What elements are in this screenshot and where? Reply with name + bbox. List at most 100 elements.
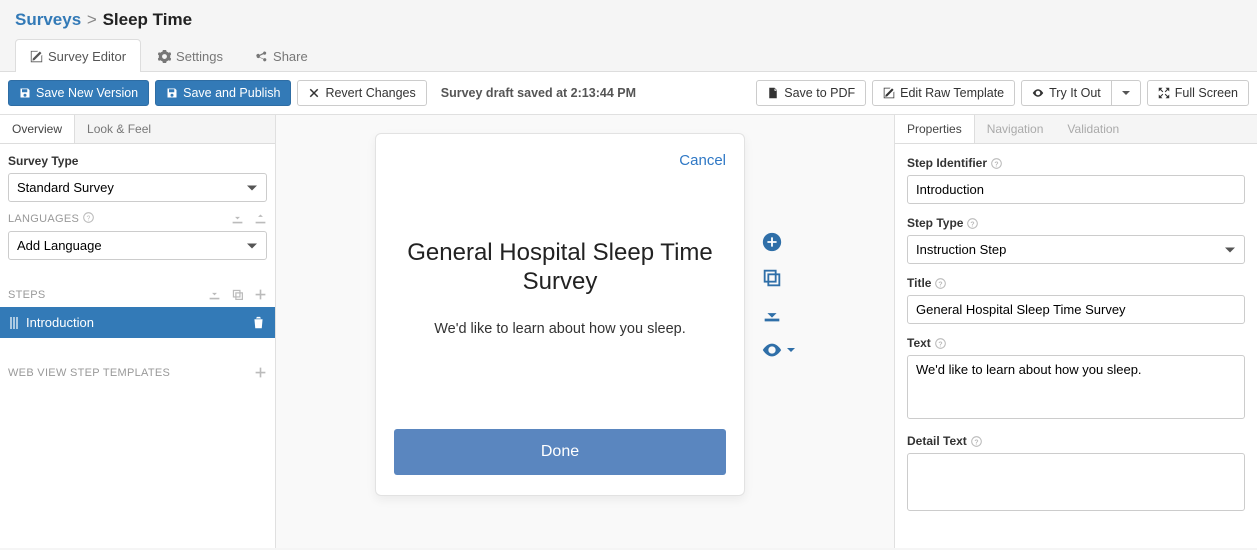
try-it-out-group: Try It Out [1021, 80, 1141, 106]
download-icon [761, 303, 783, 325]
svg-text:?: ? [86, 215, 90, 222]
languages-section-label: LANGUAGES [8, 213, 79, 225]
tab-share[interactable]: Share [240, 39, 323, 72]
survey-preview-card: Cancel General Hospital Sleep Time Surve… [375, 133, 745, 496]
tab-settings[interactable]: Settings [143, 39, 238, 72]
help-icon[interactable]: ? [83, 212, 94, 223]
try-it-out-button[interactable]: Try It Out [1021, 80, 1111, 106]
edit-raw-template-label: Edit Raw Template [900, 86, 1004, 100]
preview-side-actions [761, 231, 795, 361]
full-screen-button[interactable]: Full Screen [1147, 80, 1249, 106]
survey-type-select[interactable]: Standard Survey [8, 173, 267, 202]
download-icon[interactable] [208, 288, 221, 301]
save-status-text: Survey draft saved at 2:13:44 PM [441, 86, 636, 100]
properties-panel: Properties Navigation Validation Step Id… [895, 115, 1257, 548]
full-screen-label: Full Screen [1175, 86, 1238, 100]
help-icon[interactable]: ? [971, 436, 982, 447]
detail-text-textarea[interactable] [907, 453, 1245, 511]
pencil-square-icon [30, 50, 43, 63]
close-icon [308, 87, 320, 99]
try-it-out-dropdown[interactable] [1111, 80, 1141, 106]
step-item-introduction[interactable]: Introduction [0, 307, 275, 338]
copy-icon [761, 267, 783, 289]
add-language-select[interactable]: Add Language [8, 231, 267, 260]
upload-icon[interactable] [254, 212, 267, 225]
eye-icon [1032, 87, 1044, 99]
text-label: Text [907, 336, 931, 350]
preview-cancel-link[interactable]: Cancel [394, 152, 726, 169]
gear-icon [158, 50, 171, 63]
breadcrumb-current: Sleep Time [103, 10, 192, 29]
left-tab-look-and-feel[interactable]: Look & Feel [75, 115, 163, 143]
breadcrumb-separator: > [86, 10, 98, 29]
title-label: Title [907, 276, 931, 290]
left-panel-tabs: Overview Look & Feel [0, 115, 275, 144]
file-icon [767, 87, 779, 99]
breadcrumb-surveys-link[interactable]: Surveys [15, 10, 81, 29]
tab-settings-label: Settings [176, 49, 223, 64]
survey-type-label: Survey Type [8, 154, 267, 168]
svg-text:?: ? [939, 281, 943, 288]
svg-text:?: ? [971, 221, 975, 228]
drag-handle-icon[interactable] [10, 317, 18, 329]
save-icon [19, 87, 31, 99]
toolbar: Save New Version Save and Publish Revert… [0, 72, 1257, 115]
copy-icon[interactable] [231, 288, 244, 301]
step-type-select[interactable]: Instruction Step [907, 235, 1245, 264]
chevron-down-icon [1122, 91, 1130, 95]
properties-tabs: Properties Navigation Validation [895, 115, 1257, 144]
preview-done-button[interactable]: Done [394, 429, 726, 475]
right-tab-navigation[interactable]: Navigation [975, 115, 1056, 143]
save-to-pdf-button[interactable]: Save to PDF [756, 80, 866, 106]
right-tab-validation[interactable]: Validation [1055, 115, 1131, 143]
preview-panel: Cancel General Hospital Sleep Time Surve… [276, 115, 895, 548]
revert-changes-button[interactable]: Revert Changes [297, 80, 426, 106]
duplicate-step-button[interactable] [761, 267, 795, 289]
help-icon[interactable]: ? [935, 338, 946, 349]
eye-icon [761, 339, 783, 361]
right-tab-properties[interactable]: Properties [895, 115, 975, 143]
download-step-button[interactable] [761, 303, 795, 325]
preview-title: General Hospital Sleep Time Survey [394, 239, 726, 297]
tab-survey-editor[interactable]: Survey Editor [15, 39, 141, 72]
svg-text:?: ? [974, 439, 978, 446]
tab-share-label: Share [273, 49, 308, 64]
plus-icon[interactable] [254, 288, 267, 301]
tab-survey-editor-label: Survey Editor [48, 49, 126, 64]
plus-icon[interactable] [254, 366, 267, 379]
title-input[interactable] [907, 295, 1245, 324]
save-icon [166, 87, 178, 99]
step-type-label: Step Type [907, 216, 963, 230]
preview-text: We'd like to learn about how you sleep. [394, 321, 726, 337]
download-icon[interactable] [231, 212, 244, 225]
svg-text:?: ? [994, 161, 998, 168]
left-tab-overview[interactable]: Overview [0, 115, 75, 143]
step-item-label: Introduction [26, 315, 94, 330]
save-new-version-button[interactable]: Save New Version [8, 80, 149, 106]
trash-icon[interactable] [252, 316, 265, 329]
share-icon [255, 50, 268, 63]
plus-circle-icon [761, 231, 783, 253]
detail-text-label: Detail Text [907, 434, 967, 448]
save-and-publish-button[interactable]: Save and Publish [155, 80, 291, 106]
top-nav-tabs: Survey Editor Settings Share [0, 36, 1257, 72]
text-textarea[interactable] [907, 355, 1245, 419]
pencil-square-icon [883, 87, 895, 99]
expand-icon [1158, 87, 1170, 99]
help-icon[interactable]: ? [991, 158, 1002, 169]
svg-text:?: ? [938, 341, 942, 348]
add-step-button[interactable] [761, 231, 795, 253]
preview-visibility-button[interactable] [761, 339, 795, 361]
step-identifier-label: Step Identifier [907, 156, 987, 170]
edit-raw-template-button[interactable]: Edit Raw Template [872, 80, 1015, 106]
chevron-down-icon [787, 348, 795, 352]
steps-section-label: STEPS [8, 289, 46, 301]
left-panel: Overview Look & Feel Survey Type Standar… [0, 115, 276, 548]
help-icon[interactable]: ? [935, 278, 946, 289]
web-view-templates-label: WEB VIEW STEP TEMPLATES [8, 367, 170, 379]
save-to-pdf-label: Save to PDF [784, 86, 855, 100]
try-it-out-label: Try It Out [1049, 86, 1101, 100]
save-and-publish-label: Save and Publish [183, 86, 280, 100]
step-identifier-input[interactable] [907, 175, 1245, 204]
help-icon[interactable]: ? [967, 218, 978, 229]
